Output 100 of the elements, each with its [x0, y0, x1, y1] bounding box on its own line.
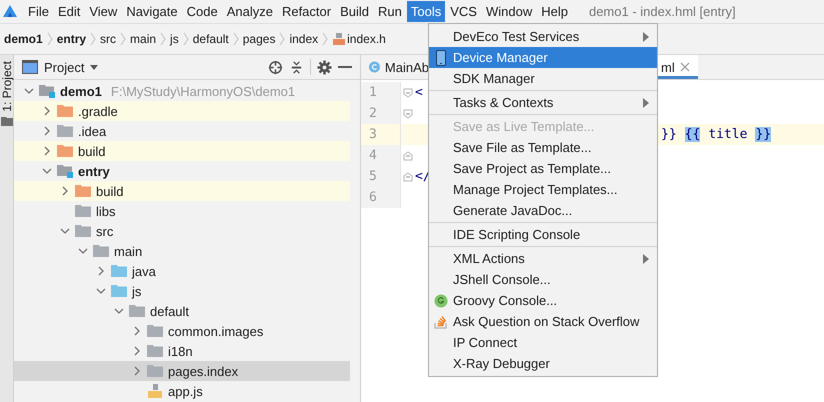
tree-item[interactable]: build — [78, 144, 106, 158]
collapsed-chevron-icon[interactable] — [42, 106, 52, 116]
minimize-icon[interactable] — [338, 65, 352, 69]
collapsed-chevron-icon[interactable] — [132, 366, 142, 376]
menu-item[interactable]: Window — [482, 1, 536, 22]
tree-item[interactable]: .idea — [78, 124, 106, 138]
tree-item[interactable]: default — [150, 304, 190, 318]
menu-entry[interactable]: Generate JavaDoc... — [429, 200, 657, 221]
collapsed-chevron-icon[interactable] — [60, 186, 70, 196]
chevron-icon — [120, 32, 126, 46]
menu-item[interactable]: Run — [374, 1, 406, 22]
window-icon — [22, 60, 38, 74]
menu-item[interactable]: Tools — [406, 1, 446, 22]
expanded-chevron-icon[interactable] — [42, 166, 52, 176]
menu-entry[interactable]: JShell Console... — [429, 269, 657, 290]
breadcrumb-item[interactable]: src — [100, 32, 116, 46]
menu-entry[interactable]: X-Ray Debugger — [429, 353, 657, 374]
menu-item[interactable]: Analyze — [222, 1, 277, 22]
menu-entry[interactable]: DevEco Test Services — [429, 26, 657, 47]
tree-item[interactable]: demo1 — [60, 84, 102, 98]
window-title: demo1 - index.hml [entry] — [588, 4, 736, 19]
tree-item[interactable]: app.js — [168, 384, 203, 398]
fold-marker-icon[interactable] — [403, 150, 413, 160]
breadcrumb-item[interactable]: default — [192, 32, 229, 46]
menu-entry[interactable]: Ask Question on Stack Overflow — [429, 311, 657, 332]
breadcrumb-item[interactable]: demo1 — [4, 32, 43, 46]
close-icon[interactable] — [680, 62, 690, 72]
menu-entry[interactable]: Tasks & Contexts — [429, 92, 657, 113]
menu-item[interactable]: Build — [336, 1, 374, 22]
code-token: title — [708, 127, 748, 142]
project-tool-tab[interactable]: 1: Project — [0, 61, 14, 112]
folder-icon — [75, 224, 91, 238]
collapsed-chevron-icon[interactable] — [132, 326, 142, 336]
class-icon — [369, 60, 380, 74]
menu-item[interactable]: Help — [537, 1, 572, 22]
collapsed-chevron-icon[interactable] — [96, 266, 106, 276]
menu-entry[interactable]: IP Connect — [429, 332, 657, 353]
chevron-icon — [90, 32, 96, 46]
tree-item[interactable]: .gradle — [78, 104, 118, 118]
menu-item[interactable]: File — [24, 1, 53, 22]
chevron-icon — [279, 32, 286, 46]
tree-item[interactable]: src — [96, 224, 114, 238]
menu-entry[interactable]: XML Actions — [429, 248, 657, 269]
line-number: 1 — [361, 82, 401, 103]
tree-item[interactable]: build — [96, 184, 124, 198]
fold-marker-icon[interactable] — [403, 88, 413, 98]
expanded-chevron-icon[interactable] — [96, 286, 106, 296]
collapse-all-icon[interactable] — [289, 60, 304, 74]
menu-item[interactable]: Edit — [54, 1, 84, 22]
breadcrumb-item[interactable]: main — [130, 32, 156, 46]
expanded-chevron-icon[interactable] — [78, 246, 88, 256]
breadcrumb-item[interactable]: index — [289, 32, 318, 46]
tree-item[interactable]: common.images — [168, 324, 264, 338]
breadcrumb-item[interactable]: entry — [56, 32, 86, 46]
tree-item[interactable]: java — [132, 264, 156, 278]
panel-title[interactable]: Project — [44, 60, 84, 74]
collapsed-chevron-icon[interactable] — [132, 346, 142, 356]
tree-item[interactable]: i18n — [168, 344, 193, 358]
tree-item[interactable]: libs — [96, 204, 116, 218]
fold-marker-icon[interactable] — [403, 172, 413, 182]
module-folder-icon — [57, 164, 73, 178]
menu-entry[interactable]: Groovy Console... — [429, 290, 657, 311]
menu-item[interactable]: VCS — [446, 1, 481, 22]
breadcrumb-item[interactable]: js — [170, 32, 179, 46]
dropdown-caret-icon[interactable] — [90, 64, 98, 70]
tree-item[interactable]: main — [114, 244, 142, 258]
line-number: 5 — [361, 166, 401, 187]
chevron-icon — [322, 32, 328, 46]
menu-entry[interactable]: IDE Scripting Console — [429, 224, 657, 245]
chevron-icon — [160, 32, 166, 46]
expanded-chevron-icon[interactable] — [24, 86, 34, 96]
tree-item[interactable]: pages.index — [168, 364, 238, 378]
tree-item[interactable]: js — [132, 284, 142, 298]
folder-icon — [93, 244, 109, 258]
menu-entry[interactable]: Manage Project Templates... — [429, 179, 657, 200]
fold-marker-icon[interactable] — [403, 108, 413, 118]
expanded-chevron-icon[interactable] — [114, 306, 124, 316]
folder-icon — [147, 324, 163, 338]
folder-icon — [111, 264, 127, 278]
folder-icon — [57, 104, 73, 118]
line-number: 4 — [361, 145, 401, 166]
folder-icon — [0, 116, 12, 126]
folder-icon — [57, 144, 73, 158]
menu-item[interactable]: View — [85, 1, 122, 22]
breadcrumb-item[interactable]: index.h — [347, 32, 386, 46]
tree-item[interactable]: entry — [78, 164, 110, 178]
menu-item[interactable]: Refactor — [278, 1, 336, 22]
expanded-chevron-icon[interactable] — [60, 226, 70, 236]
menu-item[interactable]: Code — [182, 1, 222, 22]
settings-icon[interactable] — [317, 60, 332, 74]
breadcrumb-item[interactable]: pages — [242, 32, 276, 46]
menu-entry[interactable]: Save Project as Template... — [429, 158, 657, 179]
menu-item[interactable]: Navigate — [122, 1, 182, 22]
folder-icon — [147, 364, 163, 378]
collapsed-chevron-icon[interactable] — [42, 126, 52, 136]
collapsed-chevron-icon[interactable] — [42, 146, 52, 156]
crosshair-icon[interactable] — [268, 60, 283, 74]
groovy-icon — [434, 294, 448, 308]
menu-entry[interactable]: Device Manager — [429, 47, 657, 68]
menu-entry[interactable]: Save File as Template... — [429, 137, 657, 158]
